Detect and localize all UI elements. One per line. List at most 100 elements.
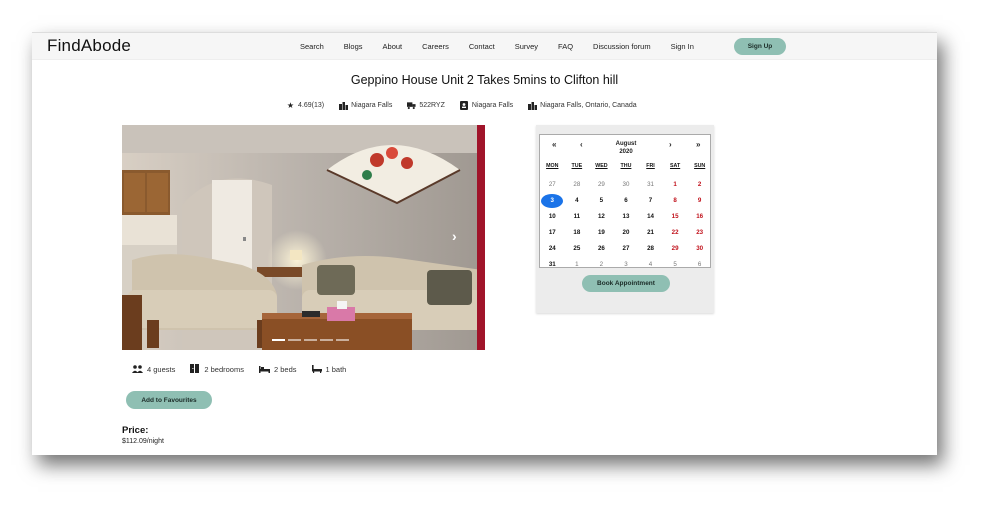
calendar-day[interactable]: 15 bbox=[663, 210, 688, 224]
calendar-day[interactable]: 12 bbox=[589, 210, 614, 224]
calendar-day-number: 6 bbox=[697, 261, 702, 268]
carousel-indicators bbox=[272, 339, 352, 341]
calendar-day-number: 29 bbox=[597, 181, 605, 188]
host-location: Niagara Falls bbox=[460, 101, 513, 110]
calendar-day-number: 4 bbox=[575, 197, 579, 204]
calendar-day[interactable]: 19 bbox=[589, 226, 614, 240]
calendar-day[interactable]: 4 bbox=[565, 194, 590, 208]
calendar-day[interactable]: 3 bbox=[540, 194, 565, 208]
weekday-label: FRI bbox=[646, 163, 655, 169]
listing-title: Geppino House Unit 2 Takes 5mins to Clif… bbox=[350, 73, 619, 87]
nav-link-sign-in[interactable]: Sign In bbox=[671, 42, 694, 51]
calendar-day[interactable]: 28 bbox=[638, 242, 663, 256]
calendar-day-number: 27 bbox=[622, 245, 630, 252]
calendar-day[interactable]: 20 bbox=[614, 226, 639, 240]
beds: 2 beds bbox=[258, 365, 297, 375]
amenities: 4 guests 2 bedrooms 2 beds 1 bath bbox=[132, 364, 361, 375]
calendar-day[interactable]: 14 bbox=[638, 210, 663, 224]
calendar-week-row: 3 4 5 6 7 8 9 bbox=[540, 193, 712, 209]
carousel-indicator[interactable] bbox=[288, 339, 301, 341]
calendar-day[interactable]: 21 bbox=[638, 226, 663, 240]
door-icon bbox=[190, 364, 200, 375]
calendar-day[interactable]: 6 bbox=[614, 194, 639, 208]
calendar-day-number: 22 bbox=[671, 229, 679, 236]
nav-link-about[interactable]: About bbox=[383, 42, 403, 51]
calendar-day[interactable]: 5 bbox=[663, 258, 688, 272]
weekday-label: MON bbox=[546, 163, 559, 169]
calendar-day[interactable]: 29 bbox=[663, 242, 688, 256]
calendar-day-number: 31 bbox=[647, 181, 654, 188]
book-appointment-button[interactable]: Book Appointment bbox=[582, 275, 670, 292]
calendar-day-number: 19 bbox=[597, 229, 605, 236]
calendar-day[interactable]: 9 bbox=[687, 194, 712, 208]
add-to-favourites-button[interactable]: Add to Favourites bbox=[126, 391, 212, 409]
calendar-day[interactable]: 7 bbox=[638, 194, 663, 208]
calendar-day-number: 1 bbox=[673, 181, 677, 188]
nav-links: Search Blogs About Careers Contact Surve… bbox=[300, 33, 714, 59]
calendar-day-number: 17 bbox=[548, 229, 556, 236]
calendar: « ‹ August 2020 › » MON TUE WED THU FRI … bbox=[539, 134, 711, 268]
calendar-day[interactable]: 31 bbox=[540, 258, 565, 272]
guests-count: 4 guests bbox=[147, 365, 176, 374]
calendar-day[interactable]: 2 bbox=[589, 258, 614, 272]
calendar-week-row: 31 1 2 3 4 5 6 bbox=[540, 257, 712, 273]
city-icon bbox=[339, 101, 349, 110]
calendar-day[interactable]: 1 bbox=[565, 258, 590, 272]
calendar-day[interactable]: 5 bbox=[589, 194, 614, 208]
bedrooms: 2 bedrooms bbox=[190, 364, 244, 375]
calendar-day[interactable]: 3 bbox=[614, 258, 639, 272]
carousel-indicator[interactable] bbox=[336, 339, 349, 341]
nav-link-blogs[interactable]: Blogs bbox=[344, 42, 363, 51]
calendar-day[interactable]: 4 bbox=[638, 258, 663, 272]
calendar-day-number: 29 bbox=[671, 245, 679, 252]
nav-link-faq[interactable]: FAQ bbox=[558, 42, 573, 51]
weekday-label: SAT bbox=[669, 163, 681, 169]
brand-logo[interactable]: FindAbode bbox=[47, 36, 131, 56]
calendar-day[interactable]: 30 bbox=[687, 242, 712, 256]
nav-link-contact[interactable]: Contact bbox=[469, 42, 495, 51]
sign-up-button[interactable]: Sign Up bbox=[734, 38, 786, 55]
baths: 1 bath bbox=[311, 364, 346, 375]
truck-icon bbox=[407, 101, 416, 110]
calendar-day[interactable]: 28 bbox=[565, 178, 590, 192]
nav-link-search[interactable]: Search bbox=[300, 42, 324, 51]
calendar-day[interactable]: 25 bbox=[565, 242, 590, 256]
calendar-day-number: 5 bbox=[673, 261, 677, 268]
calendar-day[interactable]: 11 bbox=[565, 210, 590, 224]
next-month-button[interactable]: › bbox=[669, 140, 672, 149]
calendar-day[interactable]: 13 bbox=[614, 210, 639, 224]
weekday-label: WED bbox=[595, 163, 608, 169]
nav-link-careers[interactable]: Careers bbox=[422, 42, 449, 51]
nav-link-survey[interactable]: Survey bbox=[515, 42, 538, 51]
calendar-day[interactable]: 30 bbox=[614, 178, 639, 192]
carousel-indicator[interactable] bbox=[320, 339, 333, 341]
calendar-month-label: August 2020 bbox=[540, 140, 712, 156]
calendar-day[interactable]: 1 bbox=[663, 178, 688, 192]
carousel-indicator[interactable] bbox=[272, 339, 285, 341]
calendar-day-number: 23 bbox=[696, 229, 704, 236]
next-year-button[interactable]: » bbox=[696, 140, 700, 149]
calendar-day[interactable]: 8 bbox=[663, 194, 688, 208]
calendar-day-number: 14 bbox=[647, 213, 654, 220]
calendar-day[interactable]: 27 bbox=[540, 178, 565, 192]
calendar-day[interactable]: 17 bbox=[540, 226, 565, 240]
calendar-day[interactable]: 10 bbox=[540, 210, 565, 224]
calendar-day[interactable]: 2 bbox=[687, 178, 712, 192]
star-icon: ★ bbox=[286, 101, 295, 110]
photo-carousel[interactable]: › bbox=[122, 125, 485, 350]
calendar-day[interactable]: 18 bbox=[565, 226, 590, 240]
calendar-day[interactable]: 22 bbox=[663, 226, 688, 240]
calendar-day[interactable]: 6 bbox=[687, 258, 712, 272]
nav-link-discussion-forum[interactable]: Discussion forum bbox=[593, 42, 651, 51]
carousel-next-icon[interactable]: › bbox=[452, 228, 457, 244]
calendar-day[interactable]: 23 bbox=[687, 226, 712, 240]
calendar-day[interactable]: 31 bbox=[638, 178, 663, 192]
bed-icon bbox=[258, 365, 270, 375]
calendar-day[interactable]: 27 bbox=[614, 242, 639, 256]
calendar-day[interactable]: 29 bbox=[589, 178, 614, 192]
calendar-day[interactable]: 24 bbox=[540, 242, 565, 256]
carousel-indicator[interactable] bbox=[304, 339, 317, 341]
calendar-day[interactable]: 16 bbox=[687, 210, 712, 224]
calendar-day[interactable]: 26 bbox=[589, 242, 614, 256]
calendar-day-number: 6 bbox=[624, 197, 628, 204]
